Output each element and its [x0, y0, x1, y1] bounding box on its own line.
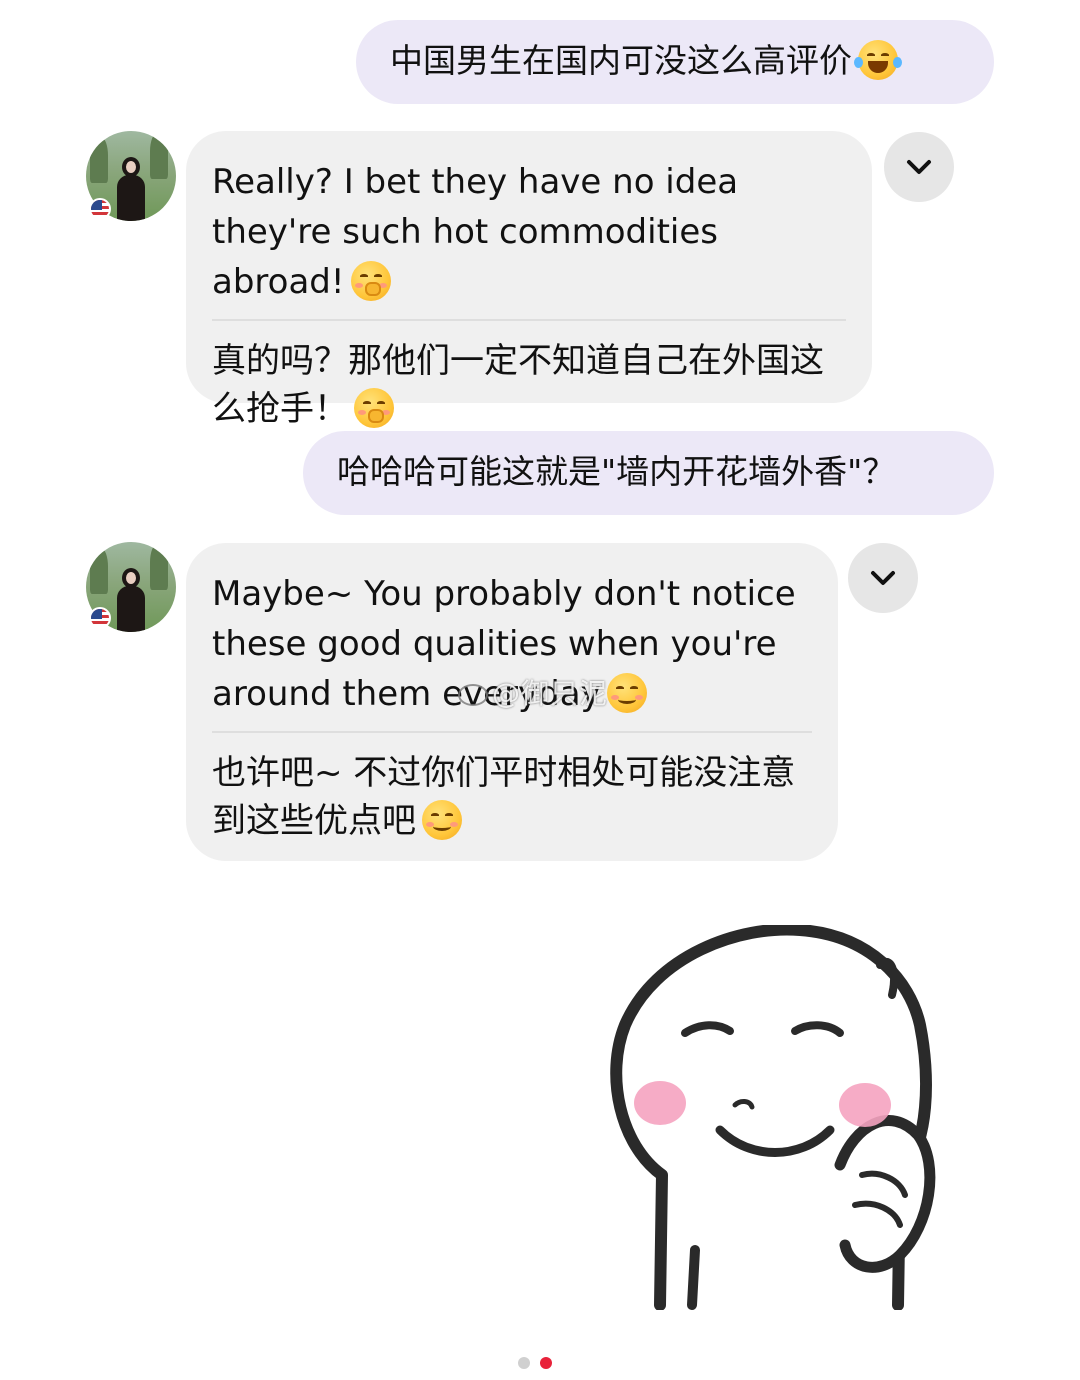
incoming-message-2-translation: 也许吧~ 不过你们平时相处可能没注意到这些优点吧 — [212, 753, 796, 841]
blushing-meme-face-sticker — [610, 925, 936, 1310]
message-options-button[interactable] — [884, 132, 954, 202]
us-flag-icon — [89, 607, 111, 629]
chevron-down-icon — [871, 571, 895, 585]
hand-over-mouth-emoji — [354, 388, 394, 428]
outgoing-message-2-text: 哈哈哈可能这就是"墙内开花墙外香"？ — [337, 452, 896, 491]
hand-over-mouth-emoji — [350, 261, 391, 301]
smiling-face-emoji — [422, 800, 462, 840]
outgoing-message-1[interactable]: 中国男生在国内可没这么高评价 — [356, 20, 994, 104]
us-flag-icon — [89, 198, 111, 220]
smiling-face-emoji — [606, 673, 647, 713]
page-dot-1[interactable] — [518, 1357, 530, 1369]
sticker-blush-right — [839, 1083, 891, 1127]
sticker-blush-left — [634, 1081, 686, 1125]
translation-divider — [212, 319, 846, 321]
incoming-message-1[interactable]: Really? I bet they have no idea they're … — [186, 131, 872, 429]
tears-of-joy-emoji — [854, 40, 902, 80]
page-dot-2-active[interactable] — [540, 1357, 552, 1369]
incoming-message-1-english: Really? I bet they have no idea they're … — [212, 162, 739, 302]
watermark: @御只泥 — [458, 672, 608, 712]
outgoing-message-1-text: 中国男生在国内可没这么高评价 — [390, 41, 852, 80]
chevron-down-icon — [907, 160, 931, 174]
translation-divider — [212, 731, 812, 733]
incoming-message-1-translation: 真的吗？那他们一定不知道自己在外国这么抢手！ — [212, 341, 824, 429]
message-options-button[interactable] — [848, 543, 918, 613]
weibo-logo-icon — [458, 684, 488, 706]
outgoing-message-2[interactable]: 哈哈哈可能这就是"墙内开花墙外香"？ — [303, 431, 994, 515]
